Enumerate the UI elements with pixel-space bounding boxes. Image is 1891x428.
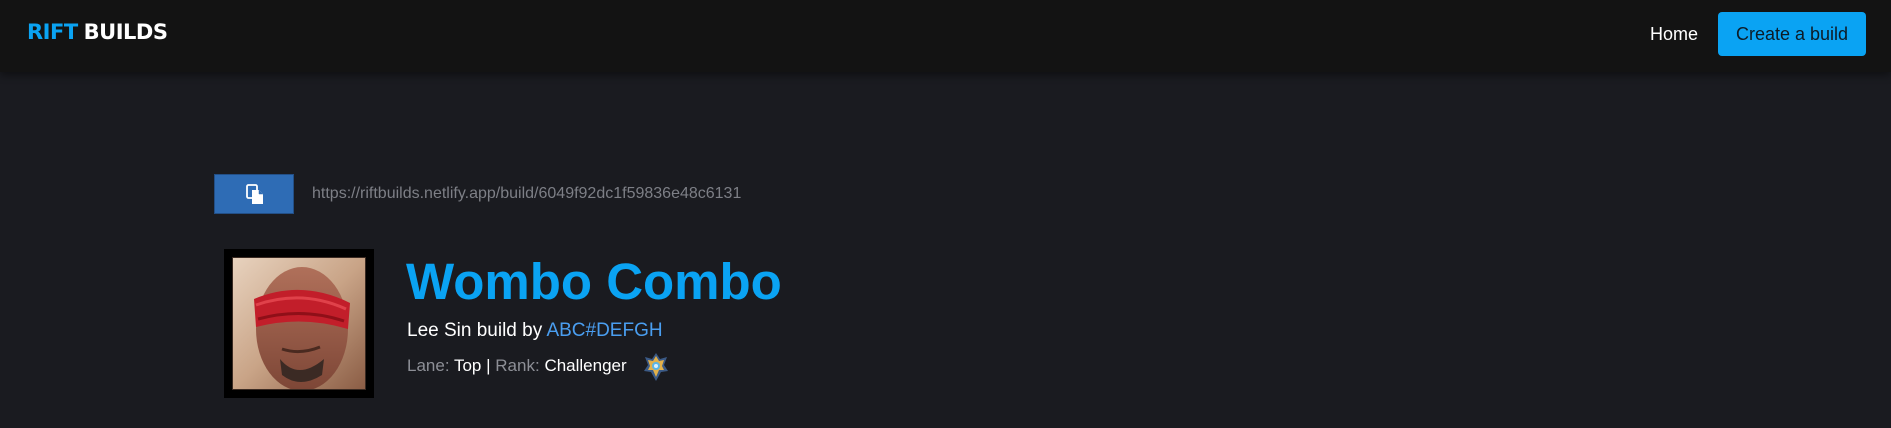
- top-navbar: RIFT BUILDS Home Create a build: [0, 0, 1891, 72]
- lane-label: Lane:: [407, 356, 450, 375]
- lee-sin-portrait-image: [232, 257, 366, 390]
- challenger-rank-icon: [644, 353, 668, 381]
- champion-portrait: [224, 249, 374, 398]
- meta-separator: |: [486, 356, 491, 375]
- create-build-button[interactable]: Create a build: [1718, 12, 1866, 56]
- nav-home-link[interactable]: Home: [1650, 22, 1698, 46]
- build-title: Wombo Combo: [406, 253, 782, 310]
- author-link[interactable]: ABC#DEFGH: [546, 320, 662, 341]
- champion-build-text: Lee Sin build by: [407, 320, 543, 341]
- copy-icon: [246, 184, 263, 204]
- rank-label: Rank:: [495, 356, 540, 375]
- build-meta: Lane: Top | Rank: Challenger: [407, 355, 627, 377]
- build-subtitle: Lee Sin build by ABC#DEFGH: [407, 319, 663, 343]
- logo-text-builds: BUILDS: [83, 20, 168, 44]
- rank-value: Challenger: [544, 356, 627, 375]
- logo-text-rift: RIFT: [27, 20, 78, 44]
- lane-value: Top: [453, 356, 482, 375]
- copy-link-button[interactable]: [214, 174, 294, 214]
- site-logo[interactable]: RIFT BUILDS: [27, 20, 168, 44]
- build-share-url: https://riftbuilds.netlify.app/build/604…: [312, 185, 742, 202]
